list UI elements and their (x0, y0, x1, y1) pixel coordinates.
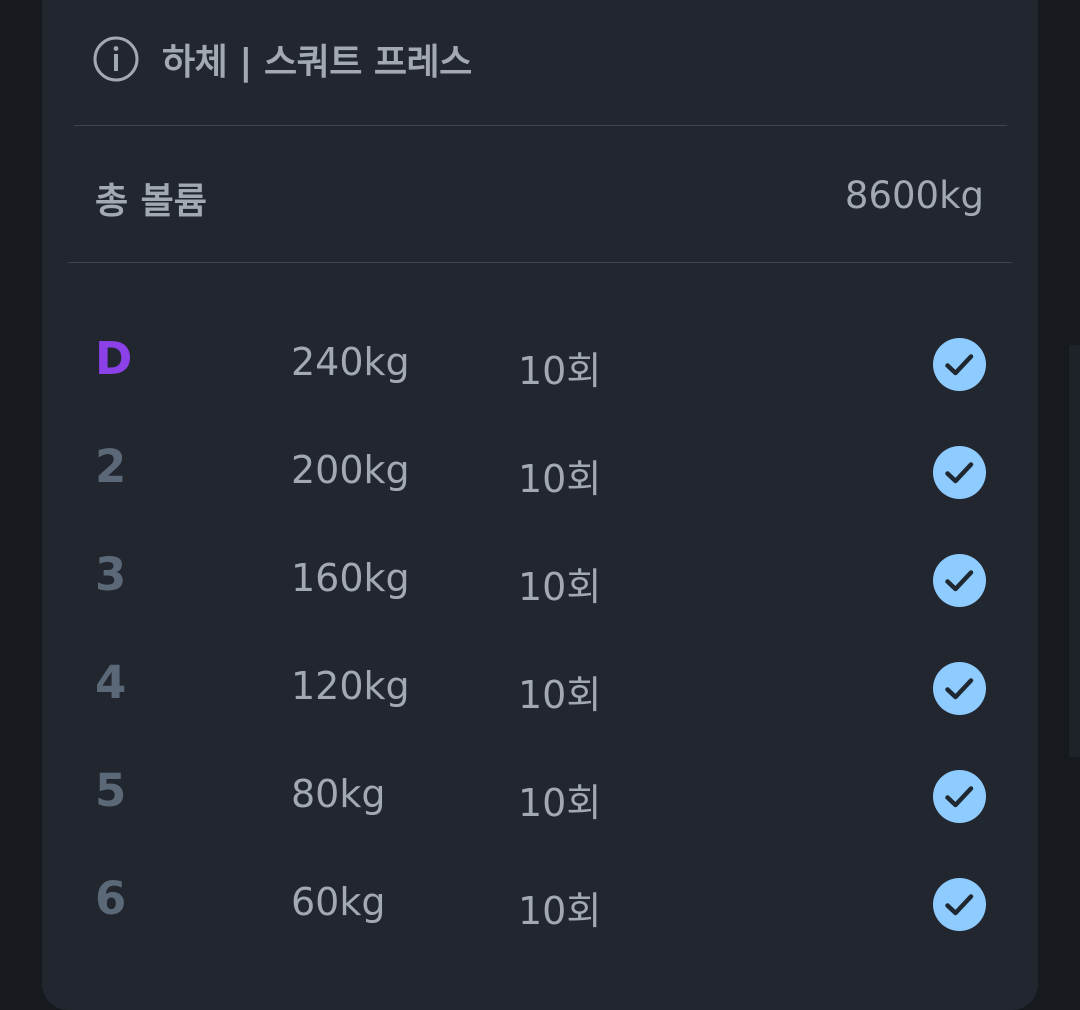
volume-divider (68, 262, 1012, 263)
set-reps[interactable]: 10회 (518, 448, 601, 503)
exercise-header: 하체 | 스쿼트 프레스 (92, 34, 472, 84)
set-reps[interactable]: 10회 (518, 664, 601, 719)
set-row: 3 160kg 10회 (0, 528, 1080, 636)
total-volume-label: 총 볼륨 (95, 181, 207, 222)
set-reps[interactable]: 10회 (518, 556, 601, 611)
check-circle-icon[interactable] (933, 662, 986, 715)
set-number: 5 (95, 764, 127, 817)
set-reps[interactable]: 10회 (518, 772, 601, 827)
set-number: 3 (95, 548, 127, 601)
set-weight[interactable]: 60kg (291, 880, 385, 924)
header-divider (74, 125, 1007, 126)
set-weight[interactable]: 240kg (291, 340, 410, 384)
set-weight[interactable]: 120kg (291, 664, 410, 708)
check-circle-icon[interactable] (933, 770, 986, 823)
total-volume-value: 8600kg (844, 174, 984, 217)
set-reps[interactable]: 10회 (518, 880, 601, 935)
set-reps[interactable]: 10회 (518, 340, 601, 395)
set-row: 5 80kg 10회 (0, 744, 1080, 852)
set-number: 6 (95, 872, 127, 925)
set-row: 6 60kg 10회 (0, 852, 1080, 960)
set-row: 2 200kg 10회 (0, 420, 1080, 528)
set-number: 2 (95, 440, 127, 493)
info-icon[interactable] (92, 35, 140, 83)
check-circle-icon[interactable] (933, 878, 986, 931)
exercise-title: 하체 | 스쿼트 프레스 (162, 42, 472, 83)
set-number: 4 (95, 656, 127, 709)
check-circle-icon[interactable] (933, 554, 986, 607)
set-row: D 240kg 10회 (0, 312, 1080, 420)
check-circle-icon[interactable] (933, 338, 986, 391)
set-weight[interactable]: 200kg (291, 448, 410, 492)
set-number: D (95, 332, 133, 385)
sets-list: D 240kg 10회 2 200kg 10회 3 160kg 10회 4 12… (0, 312, 1080, 960)
set-row: 4 120kg 10회 (0, 636, 1080, 744)
set-weight[interactable]: 80kg (291, 772, 385, 816)
check-circle-icon[interactable] (933, 446, 986, 499)
set-weight[interactable]: 160kg (291, 556, 410, 600)
